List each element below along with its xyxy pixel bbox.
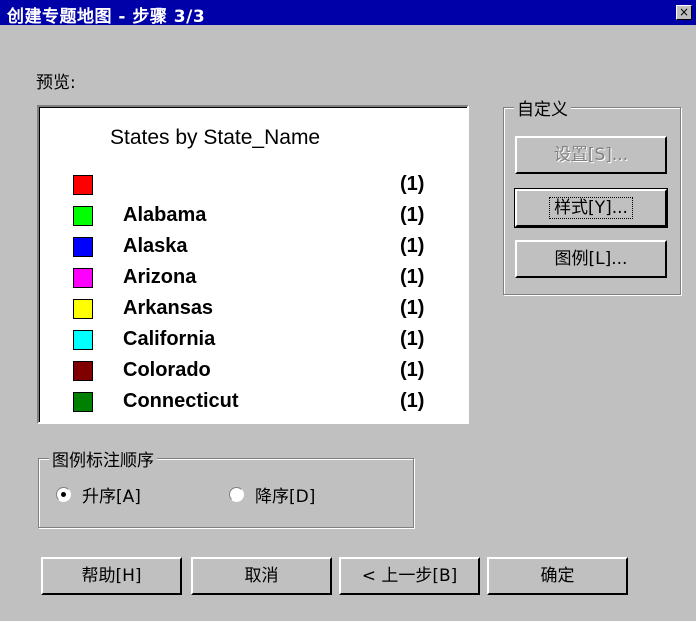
legend-row-label: Connecticut <box>123 390 239 412</box>
create-thematic-map-dialog: 创建专题地图 - 步骤 3/3 × 预览: States by State_Na… <box>0 0 696 621</box>
dialog-title: 创建专题地图 - 步骤 3/3 <box>7 7 206 27</box>
help-button[interactable]: 帮助[H] <box>41 557 182 595</box>
legend-button[interactable]: 图例[L]... <box>515 240 667 278</box>
radio-selected-dot <box>61 492 66 497</box>
legend-row: Arkansas (1) <box>40 297 467 323</box>
legend-row-label: Arkansas <box>123 297 214 319</box>
color-swatch <box>73 206 93 226</box>
style-button[interactable]: 样式[Y]... <box>514 188 668 228</box>
legend-row-count: (1) <box>400 359 425 381</box>
color-swatch <box>73 237 93 257</box>
close-icon: × <box>678 5 690 19</box>
ascending-radio[interactable] <box>56 487 71 502</box>
legend-row-count: (1) <box>400 328 425 350</box>
legend-row: Colorado (1) <box>40 359 467 385</box>
color-swatch <box>73 330 93 350</box>
legend-row-label: Alabama <box>123 204 207 226</box>
color-swatch <box>73 392 93 412</box>
legend-row-count: (1) <box>400 266 425 288</box>
color-swatch <box>73 175 93 195</box>
legend-row: Connecticut (1) <box>40 390 467 416</box>
close-button[interactable]: × <box>676 5 692 20</box>
ascending-label[interactable]: 升序[A] <box>82 482 141 507</box>
legend-row-label: Colorado <box>123 359 211 381</box>
legend-row-label: California <box>123 328 216 350</box>
legend-row: (1) <box>40 173 467 199</box>
color-swatch <box>73 361 93 381</box>
legend-title: States by State_Name <box>110 126 321 149</box>
style-button-label: 样式[Y]... <box>549 197 633 219</box>
title-bar: 创建专题地图 - 步骤 3/3 × <box>0 0 696 27</box>
ok-button[interactable]: 确定 <box>487 557 628 595</box>
legend-row-label: Arizona <box>123 266 197 288</box>
legend-preview: States by State_Name (1) Alabama (1) Ala… <box>37 105 469 424</box>
legend-row: Alabama (1) <box>40 204 467 230</box>
descending-label[interactable]: 降序[D] <box>255 482 315 507</box>
legend-row: Arizona (1) <box>40 266 467 292</box>
preview-label: 预览: <box>36 73 76 93</box>
legend-order-group-label: 图例标注顺序 <box>49 446 157 471</box>
back-button[interactable]: < 上一步[B] <box>339 557 480 595</box>
cancel-button[interactable]: 取消 <box>191 557 332 595</box>
legend-row-count: (1) <box>400 297 425 319</box>
legend-row-count: (1) <box>400 235 425 257</box>
settings-button[interactable]: 设置[S]... <box>515 136 667 174</box>
color-swatch <box>73 299 93 319</box>
legend-row: California (1) <box>40 328 467 354</box>
legend-row-count: (1) <box>400 173 425 195</box>
legend-row: Alaska (1) <box>40 235 467 261</box>
customize-group-label: 自定义 <box>514 95 571 120</box>
descending-radio[interactable] <box>229 487 244 502</box>
legend-row-count: (1) <box>400 204 425 226</box>
color-swatch <box>73 268 93 288</box>
legend-row-count: (1) <box>400 390 425 412</box>
legend-row-label: Alaska <box>123 235 188 257</box>
